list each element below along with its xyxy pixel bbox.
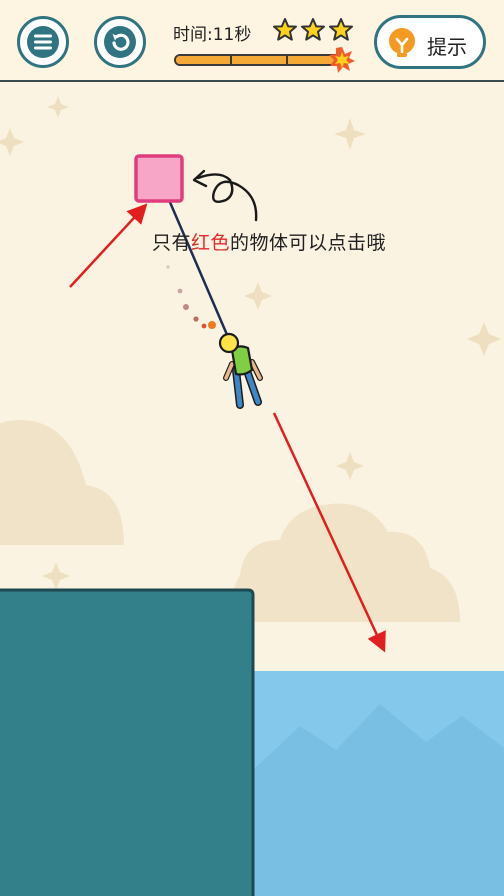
- game-scene[interactable]: [0, 82, 504, 896]
- teal-platform: [0, 588, 255, 896]
- top-bar: 时间:11秒 提示: [0, 0, 504, 82]
- star-rating: [273, 18, 353, 41]
- timer-label: 时间:11秒: [173, 25, 252, 45]
- burst-icon: [329, 47, 355, 73]
- star-icon: [301, 18, 325, 41]
- time-progress-bar: [174, 54, 342, 66]
- menu-button[interactable]: [17, 16, 69, 68]
- red-clickable-block[interactable]: [134, 154, 184, 203]
- progress-tick: [286, 56, 288, 64]
- star-icon: [329, 18, 353, 41]
- star-icon: [273, 18, 297, 41]
- restart-icon: [104, 26, 136, 58]
- instruction-highlight: 红色: [191, 232, 231, 254]
- lightbulb-icon: [389, 28, 415, 57]
- hint-button[interactable]: 提示: [374, 15, 486, 69]
- instruction-part1: 只有: [152, 232, 192, 254]
- hint-label: 提示: [427, 35, 467, 59]
- menu-icon: [27, 26, 59, 58]
- time-progress-fill: [176, 56, 336, 64]
- progress-tick: [230, 56, 232, 64]
- instruction-part2: 的物体可以点击哦: [230, 232, 387, 254]
- instruction-text: 只有红色的物体可以点击哦: [152, 228, 386, 255]
- restart-button[interactable]: [94, 16, 146, 68]
